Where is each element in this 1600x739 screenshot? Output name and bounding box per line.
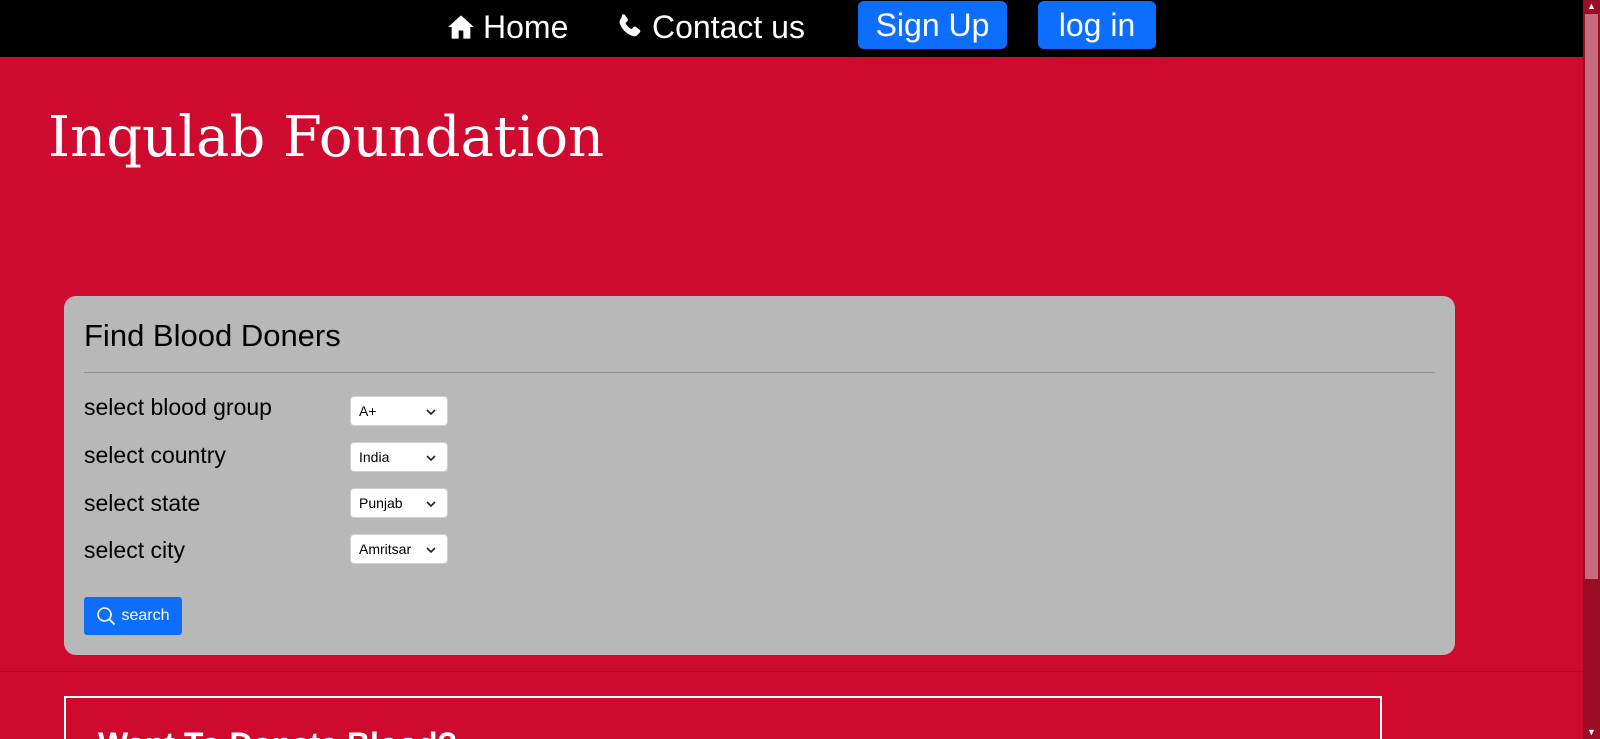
city-label: select city [84,537,185,563]
signup-button[interactable]: Sign Up [858,1,1007,49]
page: Home Contact us Sign Up log in Inqulab F… [0,0,1600,739]
scroll-thumb[interactable] [1585,14,1598,579]
scroll-down-arrow-icon[interactable]: ▼ [1587,728,1596,737]
chevron-down-icon [426,409,436,416]
nav-contact-label: Contact us [652,8,805,45]
section-divider [0,671,1583,672]
find-donors-card: Find Blood Doners select blood group A+ … [64,296,1455,655]
card-divider [84,372,1435,373]
city-value: Amritsar [359,541,412,557]
country-value: India [359,449,390,465]
card-title: Find Blood Doners [84,318,341,353]
country-label: select country [84,442,226,468]
top-navbar: Home Contact us Sign Up log in [0,0,1583,57]
donate-section: Want To Donate Blood? [64,696,1382,739]
nav-home-link[interactable]: Home [447,7,568,47]
scroll-up-arrow-icon[interactable]: ▲ [1587,2,1596,11]
state-value: Punjab [359,495,403,511]
blood-group-value: A+ [359,403,377,419]
donate-section-title: Want To Donate Blood? [98,726,457,739]
home-icon [448,15,474,39]
blood-group-select[interactable]: A+ [350,396,448,426]
chevron-down-icon [426,501,436,508]
search-button[interactable]: search [84,597,182,635]
page-scrollbar[interactable]: ▲ ▼ [1583,0,1600,739]
nav-home-label: Home [483,8,569,45]
chevron-down-icon [426,455,436,462]
state-label: select state [84,490,201,516]
search-button-label: search [121,607,170,624]
search-icon [97,607,116,626]
blood-group-label: select blood group [84,394,272,420]
state-select[interactable]: Punjab [350,488,448,518]
login-button[interactable]: log in [1038,1,1156,49]
brand-title: Inqulab Foundation [48,105,605,170]
nav-contact-link[interactable]: Contact us [614,7,805,47]
chevron-down-icon [426,547,436,554]
phone-icon [619,14,641,37]
country-select[interactable]: India [350,442,448,472]
city-select[interactable]: Amritsar [350,534,448,564]
